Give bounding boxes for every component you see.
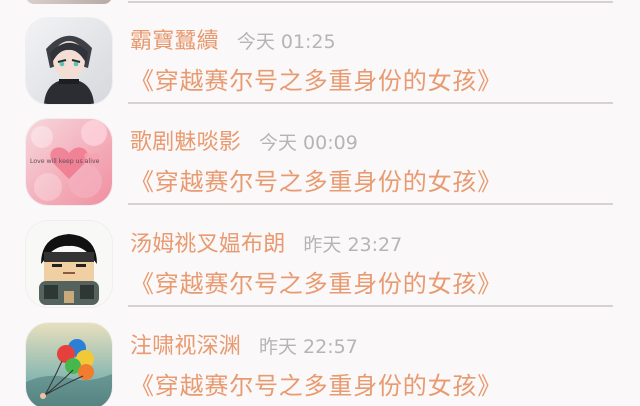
- message-time: 昨天 22:57: [259, 336, 358, 358]
- story-title-link[interactable]: 《穿越赛尔号之多重身份的女孩》: [130, 368, 502, 404]
- avatar-balloons[interactable]: [26, 323, 112, 406]
- row-divider: [128, 203, 613, 205]
- message-header: 汤姆祧叉媪布朗 昨天 23:27: [130, 230, 402, 260]
- row-divider: [128, 305, 613, 307]
- message-feed: 霸寶蠶續 今天 01:25 《穿越赛尔号之多重身份的女孩》 Love will …: [0, 0, 640, 406]
- story-title-link[interactable]: 《穿越赛尔号之多重身份的女孩》: [130, 164, 502, 200]
- story-title-link[interactable]: 《穿越赛尔号之多重身份的女孩》: [130, 266, 502, 302]
- row-divider: [128, 102, 613, 104]
- story-title-link[interactable]: 《穿越赛尔号之多重身份的女孩》: [130, 63, 502, 99]
- cartoon-ninja-avatar-image: [26, 221, 112, 307]
- message-header: 注啸视深渊 昨天 22:57: [130, 332, 358, 362]
- message-time: 今天 00:09: [259, 132, 358, 154]
- sender-name[interactable]: 歌剧魅啖影: [130, 128, 241, 158]
- message-header: 霸寶蠶續 今天 01:25: [130, 27, 336, 57]
- message-row[interactable]: 注啸视深渊 昨天 22:57 《穿越赛尔号之多重身份的女孩》: [0, 323, 640, 406]
- top-divider: [128, 1, 613, 3]
- message-row[interactable]: Love will keep us alive 歌剧魅啖影 今天 00:09 《…: [0, 119, 640, 220]
- heart-bokeh-avatar-image: Love will keep us alive: [26, 119, 112, 205]
- message-time: 昨天 23:27: [303, 234, 403, 256]
- sender-name[interactable]: 注啸视深渊: [130, 332, 241, 362]
- message-row[interactable]: 霸寶蠶續 今天 01:25 《穿越赛尔号之多重身份的女孩》: [0, 18, 640, 119]
- avatar-cartoon-ninja[interactable]: [26, 221, 112, 307]
- avatar-anime-user[interactable]: [26, 18, 112, 104]
- balloons-avatar-image: [26, 323, 112, 406]
- sender-name[interactable]: 汤姆祧叉媪布朗: [130, 230, 285, 260]
- sender-name[interactable]: 霸寶蠶續: [130, 27, 219, 57]
- anime-avatar-image: [26, 18, 112, 104]
- message-row[interactable]: 汤姆祧叉媪布朗 昨天 23:27 《穿越赛尔号之多重身份的女孩》: [0, 221, 640, 322]
- avatar-caption: Love will keep us alive: [30, 158, 100, 165]
- avatar-heart-bokeh[interactable]: Love will keep us alive: [26, 119, 112, 205]
- message-time: 今天 01:25: [236, 31, 336, 53]
- message-header: 歌剧魅啖影 今天 00:09: [130, 128, 358, 158]
- partial-avatar: [26, 0, 112, 4]
